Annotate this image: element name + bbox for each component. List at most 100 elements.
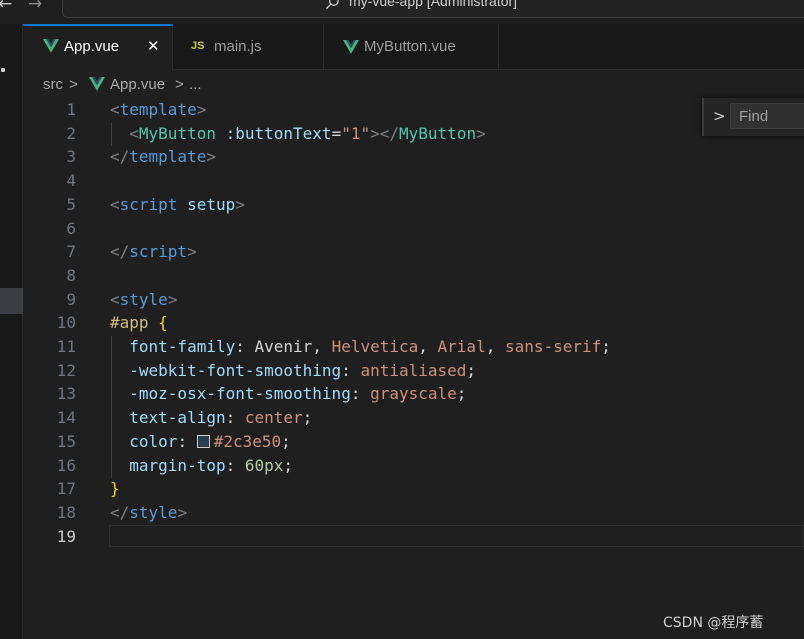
toggle-replace-chevron-icon[interactable]: > [713,107,726,125]
line-number: 11 [56,337,76,356]
code-editor[interactable]: 1 <template> 2 <MyButton :buttonText="1"><… [23,98,804,639]
code-text: font-family: Avenir, Helvetica, Arial, s… [110,335,611,359]
breadcrumb-file[interactable]: App.vue [110,76,165,93]
line-number: 5 [66,194,76,214]
code-token: MyButton [138,123,216,143]
code-token: > [476,123,486,143]
code-text: </template> [110,145,216,169]
tab-app-vue[interactable]: App.vue ✕ [23,24,173,70]
find-input[interactable] [730,103,804,129]
code-token: } [110,479,120,499]
line-number: 9 [66,289,76,309]
title-bar: ← → my-vue-app [Administrator] [0,0,804,24]
code-token: : [225,408,245,428]
code-token: > [206,147,216,167]
code-line[interactable]: 3 </template> [23,145,804,169]
code-line[interactable]: 9 <style> [23,288,804,312]
line-number: 17 [56,479,76,499]
code-line[interactable]: 1 <template> [23,98,804,122]
code-token: < [129,123,139,143]
code-line[interactable]: 2 <MyButton :buttonText="1"></MyButton> [23,122,804,146]
code-line[interactable]: 15 color: #2c3e50; [23,430,804,454]
breadcrumb-symbol[interactable]: ... [189,76,202,93]
code-token: template [119,100,197,119]
code-line[interactable]: 8 [23,264,804,288]
editor-tab-bar: App.vue ✕ JS main.js MyButton.vue [23,24,804,70]
line-number: 12 [56,360,76,380]
code-token: > [187,242,197,262]
code-token: grayscale [370,384,457,404]
code-token: > [177,502,188,522]
command-center-search[interactable]: my-vue-app [Administrator] [62,0,804,18]
tab-main-js[interactable]: JS main.js [173,24,324,70]
code-token: ></ [370,123,400,143]
code-token: style [119,289,168,309]
more-icon[interactable] [1,68,5,72]
code-token: > [167,289,178,309]
code-line[interactable]: 10 #app { [23,311,804,335]
code-token: template [129,147,207,167]
line-number: 8 [66,265,76,285]
code-token: margin-top [129,455,226,475]
code-text: <style> [110,288,177,312]
line-number: 13 [56,384,76,404]
code-token: ; [456,384,467,404]
tab-mybutton-vue[interactable]: MyButton.vue [324,24,499,70]
chevron-right-icon: > [175,76,184,93]
tab-label: App.vue [64,38,120,55]
activity-item-selected[interactable] [0,288,23,314]
code-token: Arial [437,337,486,356]
code-line[interactable]: 7 </script> [23,240,804,264]
line-number: 1 [66,100,76,119]
code-line[interactable]: 6 [23,217,804,241]
line-number: 19 [56,526,76,546]
code-token: > [235,194,245,214]
code-token: font-family [129,337,236,356]
code-line[interactable]: 13 -moz-osx-font-smoothing: grayscale; [23,382,804,406]
code-line[interactable]: 11 font-family: Avenir, Helvetica, Arial… [23,335,804,359]
line-number: 6 [66,218,76,238]
code-token: </ [110,242,130,262]
code-token: , [312,337,332,356]
code-token: "1" [341,123,371,143]
code-token: MyButton [399,123,477,143]
back-arrow-icon[interactable]: ← [0,0,12,14]
color-swatch-icon[interactable] [196,434,210,448]
vue-icon [43,39,59,53]
code-token: 60px [244,455,284,475]
tab-label: main.js [214,38,262,55]
code-token: ; [601,337,611,356]
forward-arrow-icon[interactable]: → [28,0,42,14]
line-number: 4 [66,171,76,191]
code-text: </script> [110,240,197,264]
code-text: -moz-osx-font-smoothing: grayscale; [110,382,466,406]
line-number: 18 [56,502,76,522]
code-text: text-align: center; [110,406,312,430]
code-token: :buttonText [215,123,332,143]
code-token: </ [110,502,130,522]
code-token: > [196,100,207,119]
code-text: </style> [110,501,187,525]
code-line[interactable]: 18 </style> [23,501,804,525]
code-line[interactable]: 4 [23,169,804,193]
code-text: #app { [110,311,168,335]
code-line[interactable]: 5 <script setup> [23,193,804,217]
code-token: #app [110,313,149,333]
tab-label: MyButton.vue [364,38,456,55]
code-line[interactable]: 16 margin-top: 60px; [23,454,804,478]
close-icon[interactable]: ✕ [147,37,160,55]
code-line[interactable]: 14 text-align: center; [23,406,804,430]
breadcrumb-folder[interactable]: src [43,76,63,93]
code-token: sans-serif [504,337,602,356]
code-line[interactable]: 19 [23,525,804,549]
code-token: : [235,337,255,356]
code-line[interactable]: 17} [23,477,804,501]
code-line[interactable]: 12 -webkit-font-smoothing: antialiased; [23,359,804,383]
